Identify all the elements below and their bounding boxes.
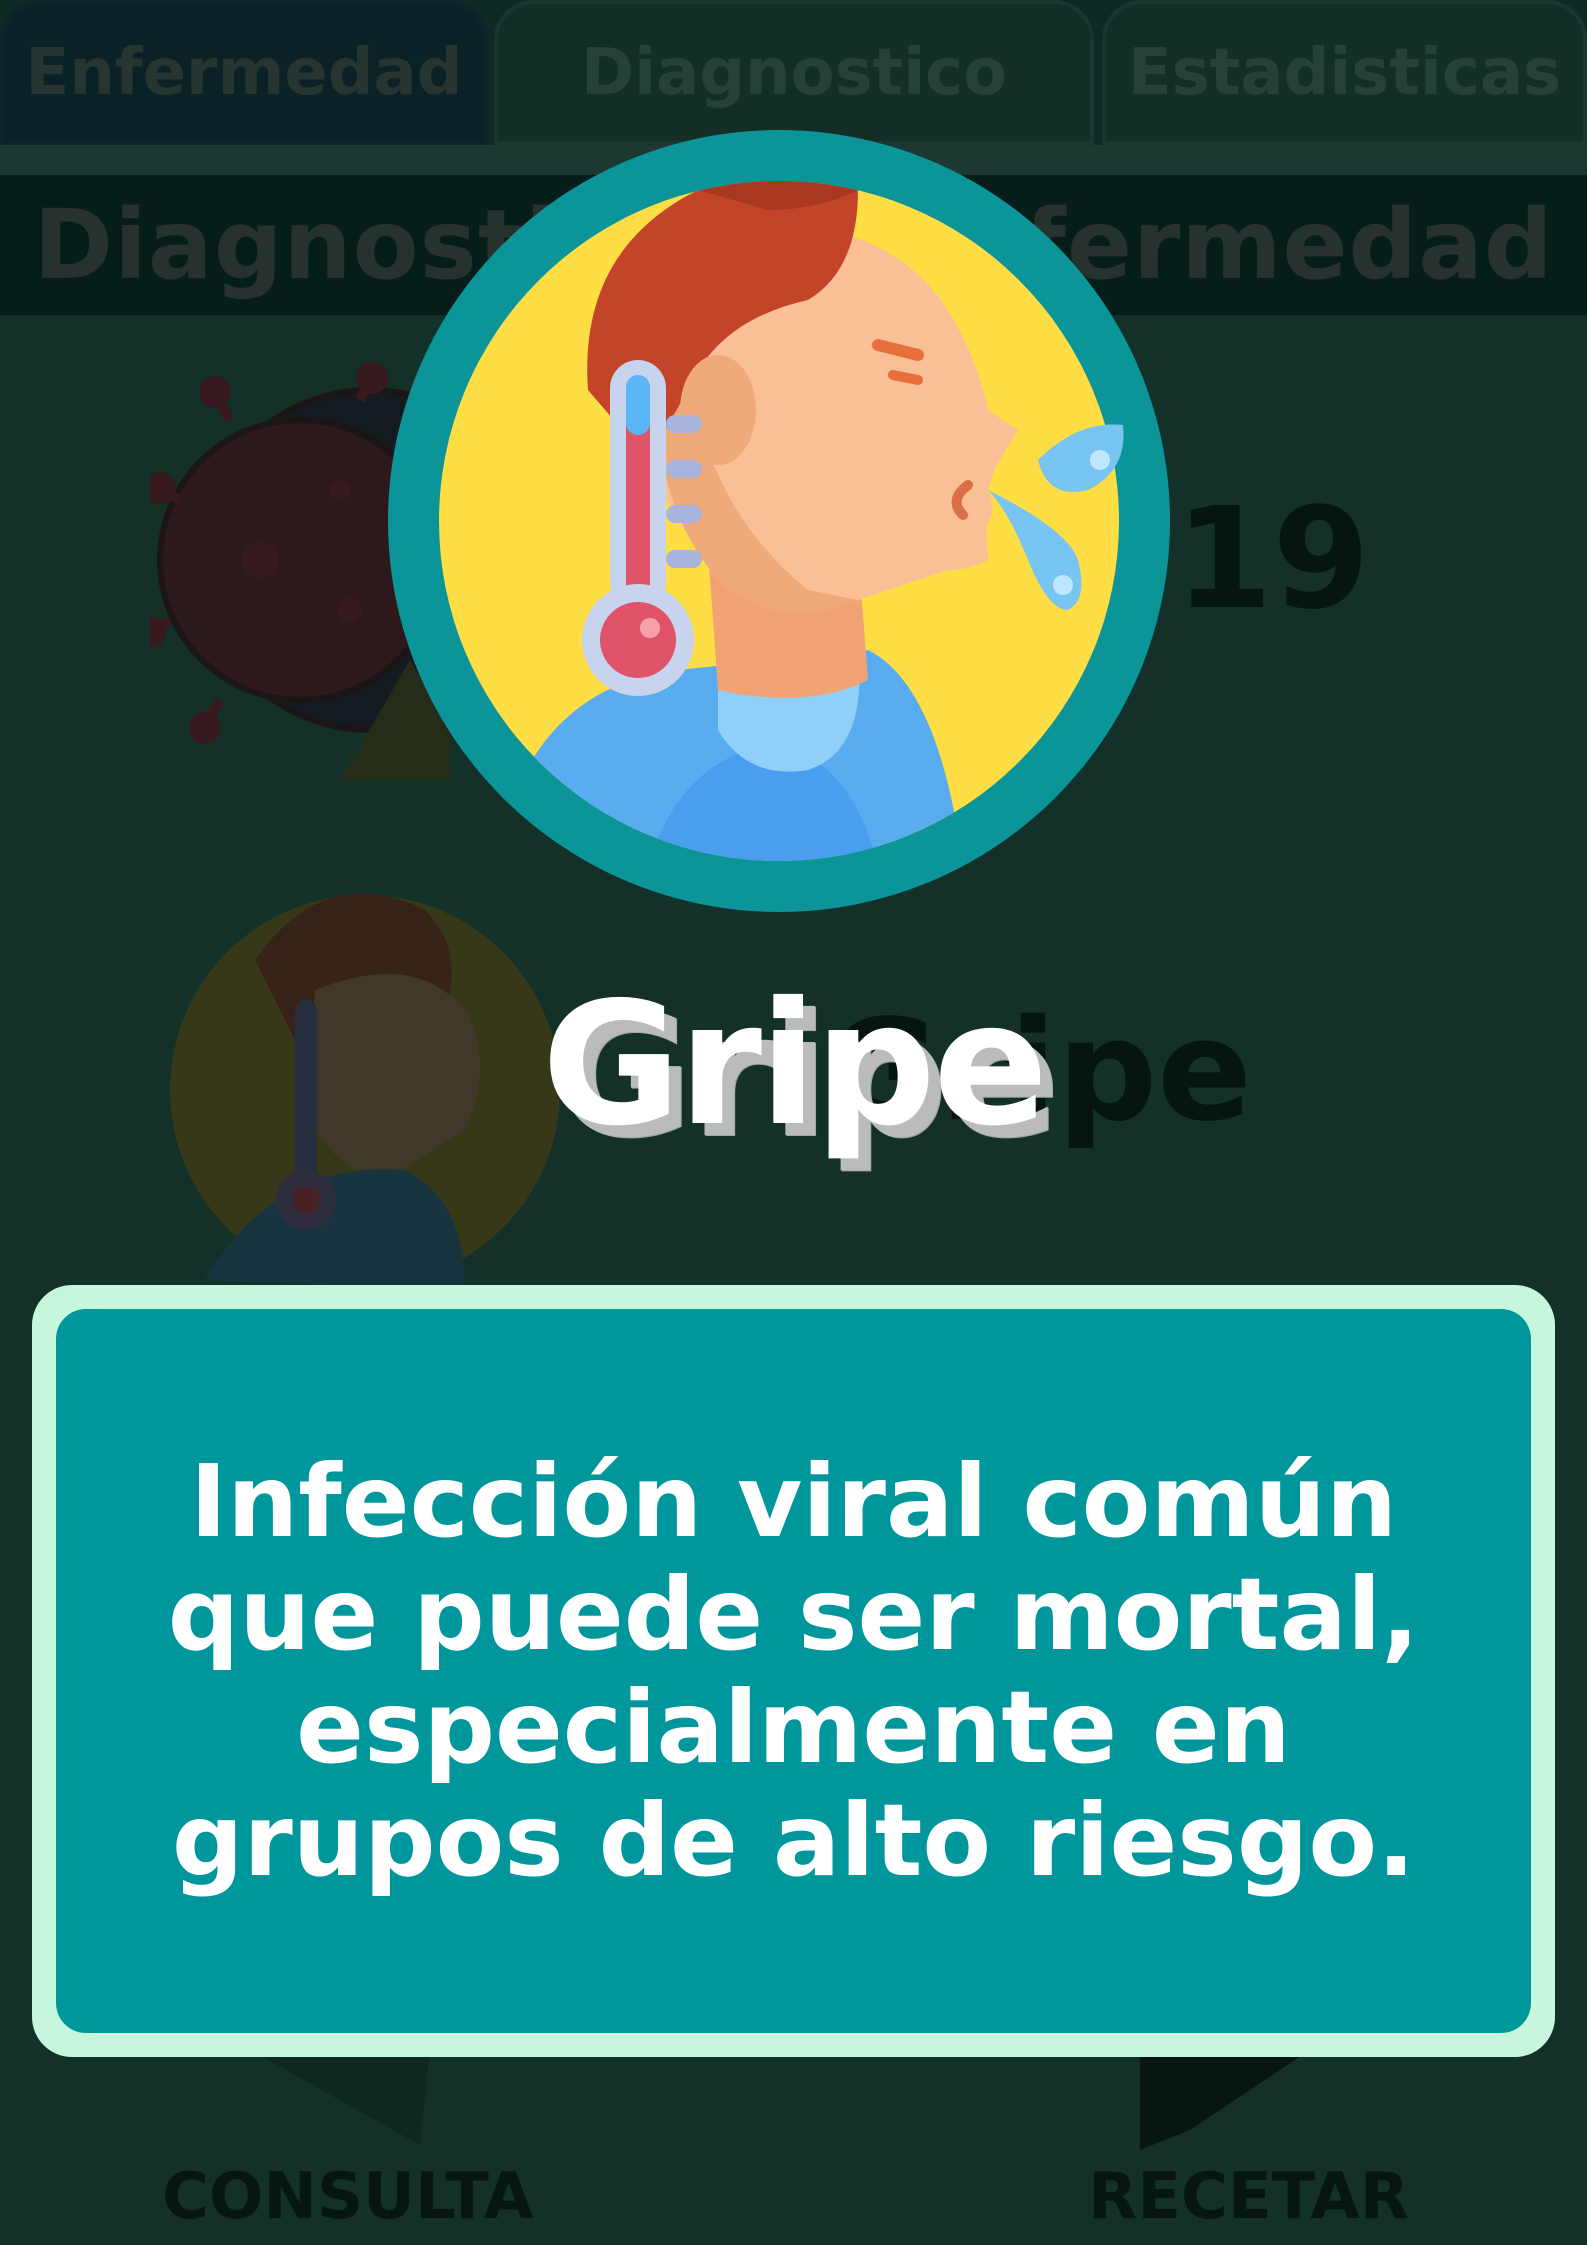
popup-title: Gripe: [541, 966, 1049, 1164]
fever-man-thermometer-icon: [388, 130, 1170, 912]
description-text: Infección viral común que puede ser mort…: [167, 1443, 1420, 1899]
description-card: Infección viral común que puede ser mort…: [32, 1285, 1555, 2057]
description-card-inner: Infección viral común que puede ser mort…: [56, 1309, 1531, 2033]
